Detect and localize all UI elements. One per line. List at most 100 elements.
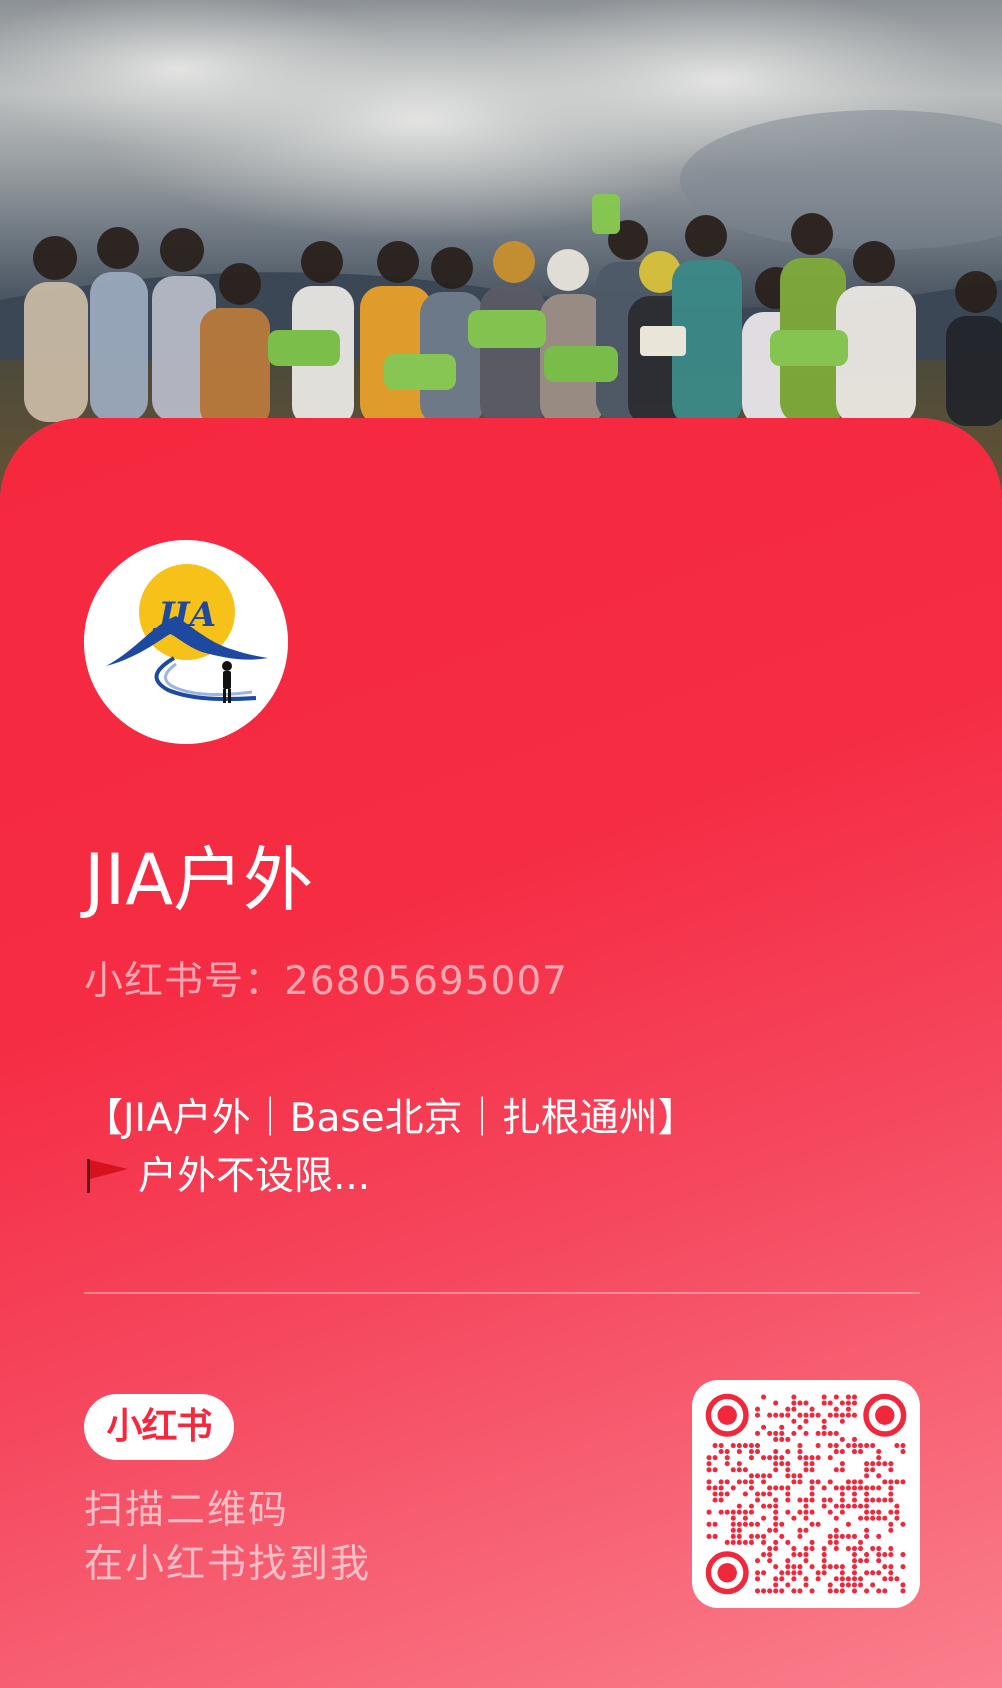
qr-module (858, 1546, 864, 1552)
profile-card: JIA JIA户外 小红书号：26805695007 【JIA户外｜Base北京… (0, 418, 1002, 1688)
qr-module (894, 1576, 900, 1582)
qr-module (736, 1539, 742, 1546)
qr-module (858, 1449, 864, 1455)
qr-module (870, 1515, 876, 1521)
qr-module (858, 1558, 864, 1564)
qr-module (888, 1552, 894, 1558)
qr-module (882, 1576, 888, 1582)
qr-module (845, 1503, 851, 1509)
qr-module (888, 1570, 894, 1576)
qr-module (767, 1558, 773, 1564)
qr-module (894, 1442, 900, 1449)
qr-module (809, 1546, 815, 1552)
qr-module (736, 1449, 742, 1455)
qr-module (718, 1509, 724, 1515)
qr-module (754, 1521, 761, 1527)
qr-module (797, 1442, 803, 1449)
qr-module (864, 1588, 870, 1594)
bio-line-2-row: 户外不设限... (84, 1148, 924, 1206)
qr-module (773, 1503, 779, 1509)
qr-module (888, 1497, 894, 1503)
qr-module (767, 1455, 773, 1461)
qr-module (785, 1406, 791, 1412)
qr-module (773, 1485, 779, 1491)
qr-code[interactable] (692, 1380, 920, 1608)
qr-module (754, 1412, 761, 1418)
qr-module (742, 1467, 748, 1473)
scan-hint-line-2: 在小红书找到我 (84, 1542, 372, 1587)
qr-module (736, 1467, 742, 1473)
qr-module (821, 1424, 827, 1430)
bio-line-1: 【JIA户外｜Base北京｜扎根通州】 (84, 1096, 697, 1141)
qr-module (851, 1400, 858, 1406)
qr-module (779, 1436, 785, 1442)
qr-module (888, 1491, 894, 1497)
qr-module (761, 1394, 767, 1400)
qr-module (718, 1497, 724, 1503)
qr-module (839, 1412, 845, 1418)
qr-module (761, 1503, 767, 1509)
qr-module (870, 1582, 876, 1588)
account-id: 26805695007 (284, 959, 568, 1004)
qr-module (888, 1564, 894, 1570)
qr-module (821, 1418, 827, 1424)
qr-module (754, 1473, 761, 1479)
qr-module (803, 1461, 809, 1467)
qr-module (870, 1546, 876, 1552)
qr-module (809, 1406, 815, 1412)
qr-module (833, 1412, 839, 1418)
qr-module (882, 1564, 888, 1570)
qr-module (754, 1430, 761, 1436)
qr-module (730, 1539, 736, 1546)
qr-module (754, 1533, 761, 1539)
qr-module (851, 1497, 858, 1503)
qr-module (827, 1509, 833, 1515)
qr-module (754, 1570, 761, 1576)
qr-module (833, 1564, 839, 1570)
qr-module (876, 1515, 882, 1521)
qr-module (803, 1515, 809, 1521)
qr-module (827, 1539, 833, 1546)
qr-module (748, 1449, 754, 1455)
qr-module (833, 1533, 839, 1539)
qr-module (791, 1564, 797, 1570)
qr-module (773, 1546, 779, 1552)
qr-module (882, 1552, 888, 1558)
qr-module (742, 1491, 748, 1497)
qr-module (839, 1461, 845, 1467)
qr-module (833, 1515, 839, 1521)
qr-module (821, 1497, 827, 1503)
qr-module (797, 1455, 803, 1461)
qr-module (754, 1491, 761, 1497)
qr-module (779, 1570, 785, 1576)
qr-module (712, 1491, 718, 1497)
avatar: JIA (84, 540, 288, 744)
qr-module (827, 1497, 833, 1503)
qr-module (736, 1442, 742, 1449)
qr-module (821, 1552, 827, 1558)
qr-module (815, 1479, 821, 1485)
qr-module (851, 1436, 858, 1442)
qr-module (833, 1449, 839, 1455)
qr-module (797, 1509, 803, 1515)
qr-module (839, 1564, 845, 1570)
qr-module (839, 1497, 845, 1503)
qr-module (754, 1442, 761, 1449)
qr-module (791, 1588, 797, 1594)
qr-module (815, 1442, 821, 1449)
qr-module (767, 1485, 773, 1491)
qr-module (712, 1467, 718, 1473)
qr-module (712, 1521, 718, 1527)
qr-module (767, 1552, 773, 1558)
qr-module (821, 1570, 827, 1576)
qr-module (882, 1461, 888, 1467)
qr-module (858, 1442, 864, 1449)
qr-module (833, 1394, 839, 1400)
qr-module (876, 1485, 882, 1491)
qr-module (791, 1576, 797, 1582)
qr-module (882, 1479, 888, 1485)
qr-module (888, 1576, 894, 1582)
qr-module (809, 1491, 815, 1497)
qr-module (785, 1539, 791, 1546)
qr-module (785, 1491, 791, 1497)
